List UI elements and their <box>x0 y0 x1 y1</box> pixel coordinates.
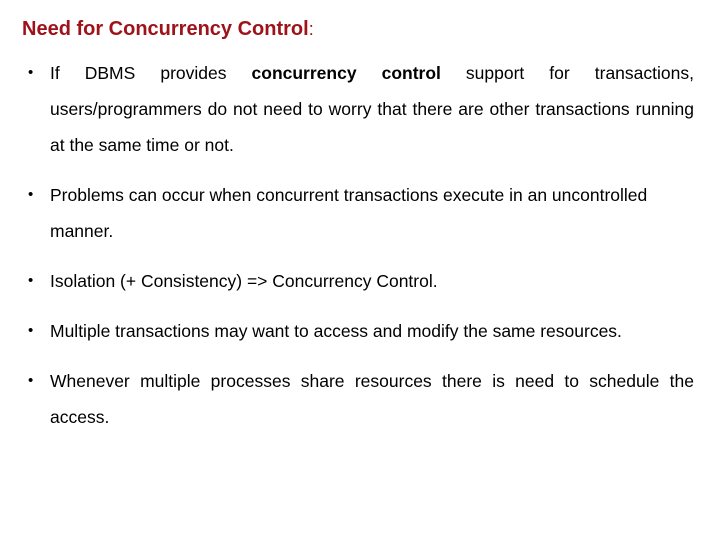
bullet-marker-icon: • <box>28 186 34 203</box>
bullet-item: • Isolation (+ Consistency) => Concurrenc… <box>22 263 694 299</box>
slide-bullet-list: • If DBMS provides concurrency control su… <box>22 55 694 435</box>
bullet-item: • Multiple transactions may want to acces… <box>22 313 694 349</box>
slide-title-text: Need for Concurrency Control <box>22 18 309 40</box>
bullet-item: • If DBMS provides concurrency control su… <box>22 55 694 163</box>
bullet-marker-icon: • <box>28 372 34 389</box>
presentation-slide: Need for Concurrency Control: • If DBMS p… <box>0 0 720 540</box>
slide-title: Need for Concurrency Control: <box>22 16 682 42</box>
slide-title-colon: : <box>308 19 314 39</box>
bullet-segment-text: Multiple transactions may want to access… <box>50 321 622 341</box>
bullet-marker-icon: • <box>28 322 34 339</box>
bullet-item: • Problems can occur when concurrent tran… <box>22 177 694 249</box>
bullet-segment-text: If DBMS provides <box>50 63 252 83</box>
bullet-item: • Whenever multiple processes share resou… <box>22 363 694 435</box>
bullet-segment-text: Problems can occur when concurrent trans… <box>50 185 648 241</box>
bullet-isolation-consistency: Isolation (+ Consistency) => Concurrency… <box>50 263 694 299</box>
bullet-emphasis-text: concurrency control <box>251 63 441 83</box>
bullet-segment-text: Isolation (+ Consistency) => Concurrency… <box>50 271 438 291</box>
bullet-marker-icon: • <box>28 64 34 81</box>
bullet-marker-icon: • <box>28 272 34 289</box>
bullet-multiple-transactions-same-resources: Multiple transactions may want to access… <box>50 313 694 349</box>
bullet-schedule-access: Whenever multiple processes share resour… <box>50 363 694 435</box>
bullet-segment-text: Whenever multiple processes share resour… <box>50 371 694 427</box>
bullet-problems-uncontrolled-manner: Problems can occur when concurrent trans… <box>50 177 694 249</box>
bullet-dbms-concurrency-control-support: If DBMS provides concurrency control sup… <box>50 55 694 163</box>
